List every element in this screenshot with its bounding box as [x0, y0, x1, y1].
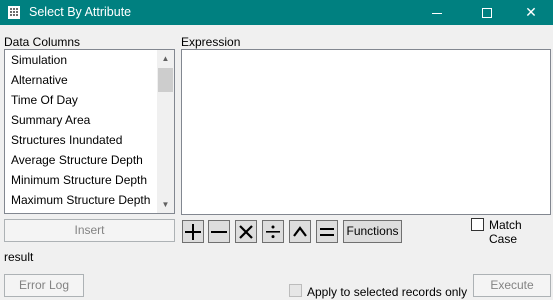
list-item[interactable]: Simulation: [5, 50, 174, 70]
insert-button[interactable]: Insert: [4, 219, 175, 242]
window-title: Select By Attribute: [29, 5, 132, 19]
list-item[interactable]: Structures Inundated: [5, 130, 174, 150]
list-item[interactable]: Alternative: [5, 70, 174, 90]
list-item[interactable]: Average Structure Depth: [5, 150, 174, 170]
expression-input[interactable]: [181, 49, 551, 215]
list-item[interactable]: Minimum Structure Depth: [5, 170, 174, 190]
plus-button[interactable]: [182, 220, 204, 243]
scroll-down-icon[interactable]: ▼: [157, 196, 174, 213]
minimize-icon: [432, 12, 442, 14]
multiply-button[interactable]: [235, 220, 257, 243]
power-button[interactable]: [289, 220, 311, 243]
equals-button[interactable]: [316, 220, 338, 243]
error-log-button[interactable]: Error Log: [4, 274, 84, 297]
list-item[interactable]: Summary Area: [5, 110, 174, 130]
table-icon: [8, 6, 20, 19]
apply-selected-checkbox[interactable]: [289, 284, 302, 297]
title-bar: Select By Attribute ✕: [0, 0, 553, 25]
close-icon: ✕: [525, 4, 537, 20]
execute-button[interactable]: Execute: [473, 274, 551, 297]
list-item[interactable]: Maximum Structure Depth: [5, 190, 174, 210]
minimize-button[interactable]: [414, 0, 460, 25]
functions-button[interactable]: Functions: [343, 220, 402, 243]
plus-icon: [185, 224, 201, 240]
equals-icon: [320, 228, 334, 236]
scroll-up-icon[interactable]: ▲: [157, 50, 174, 67]
expression-label: Expression: [181, 35, 241, 49]
minus-button[interactable]: [208, 220, 230, 243]
minus-icon: [211, 231, 227, 233]
divide-button[interactable]: [262, 220, 284, 243]
close-button[interactable]: ✕: [508, 0, 553, 25]
list-item[interactable]: Time Of Day: [5, 90, 174, 110]
apply-selected-label[interactable]: Apply to selected records only: [307, 285, 467, 299]
scroll-thumb[interactable]: [158, 68, 173, 92]
data-columns-label: Data Columns: [4, 35, 81, 49]
maximize-button[interactable]: [464, 0, 510, 25]
caret-icon: [293, 226, 307, 237]
data-columns-list[interactable]: Simulation Alternative Time Of Day Summa…: [4, 49, 175, 214]
multiply-icon: [239, 225, 253, 239]
match-case-checkbox[interactable]: [471, 218, 484, 231]
list-scrollbar[interactable]: ▲ ▼: [157, 50, 174, 213]
divide-icon: [266, 225, 280, 239]
match-case-label[interactable]: Match Case: [489, 218, 553, 246]
result-label: result: [4, 250, 34, 264]
maximize-icon: [482, 8, 492, 19]
